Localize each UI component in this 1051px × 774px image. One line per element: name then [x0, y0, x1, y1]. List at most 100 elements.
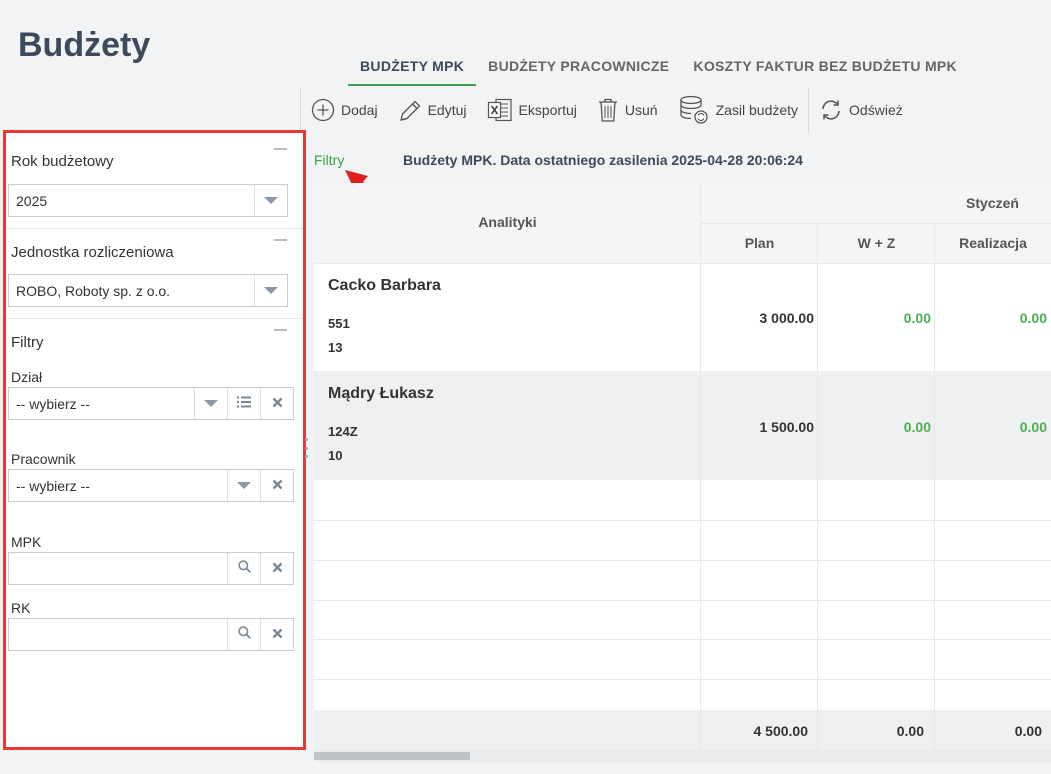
horizontal-scrollbar[interactable]	[314, 750, 1051, 762]
row-divider	[314, 600, 1051, 601]
row-number: 10	[328, 448, 343, 463]
year-dropdown-button[interactable]	[254, 185, 287, 216]
edit-button-label: Edytuj	[427, 102, 467, 118]
budget-grid: Analityki Styczeń Plan W + Z Realizacja …	[314, 183, 1051, 750]
row-divider	[314, 520, 1051, 521]
row-plan-value: 1 500.00	[759, 419, 815, 435]
dept-label: Dział	[11, 369, 43, 385]
column-divider	[817, 223, 818, 750]
unit-select[interactable]: ROBO, Roboty sp. z o.o.	[8, 274, 288, 307]
table-row[interactable]: Mądry Łukasz 124Z 10 1 500.00 0.00 0.00	[314, 371, 1051, 480]
year-select[interactable]: 2025	[8, 184, 288, 217]
row-name: Mądry Łukasz	[328, 385, 434, 402]
row-plan-value: 3 000.00	[759, 310, 815, 326]
tab-budzety-pracownicze[interactable]: BUDŻETY PRACOWNICZE	[476, 56, 681, 86]
dept-dropdown-button[interactable]	[194, 388, 227, 419]
wz-header[interactable]: W + Z	[818, 235, 935, 251]
total-wz-value: 0.00	[896, 723, 924, 739]
edit-button[interactable]: Edytuj	[388, 88, 477, 132]
pencil-icon	[398, 97, 422, 123]
rk-search-button[interactable]	[227, 619, 260, 650]
year-select-value: 2025	[16, 192, 48, 209]
table-row[interactable]: Cacko Barbara 551 13 3 000.00 0.00 0.00	[314, 264, 1051, 371]
section-divider	[6, 318, 303, 319]
row-code: 551	[328, 316, 350, 331]
collapse-filters-section-button[interactable]	[274, 329, 287, 331]
analytics-header[interactable]: Analityki	[314, 214, 701, 230]
close-icon	[272, 395, 283, 413]
search-icon	[237, 625, 251, 644]
excel-icon	[487, 97, 513, 123]
employee-select-value: -- wybierz --	[16, 477, 90, 494]
row-divider	[314, 639, 1051, 640]
export-button[interactable]: Eksportuj	[477, 88, 587, 132]
collapse-year-section-button[interactable]	[274, 148, 287, 150]
sidebar-resize-handle[interactable]	[305, 438, 309, 458]
search-icon	[237, 559, 251, 578]
mpk-search-button[interactable]	[227, 553, 260, 584]
totals-row: 4 500.00 0.00 0.00	[314, 710, 1051, 750]
close-icon	[272, 626, 283, 644]
list-icon	[237, 395, 251, 413]
rk-clear-button[interactable]	[260, 619, 293, 650]
last-feed-info: Budżety MPK. Data ostatniego zasilenia 2…	[403, 152, 803, 168]
chevron-down-icon	[204, 400, 218, 407]
delete-button[interactable]: Usuń	[587, 88, 668, 132]
dept-list-button[interactable]	[227, 388, 260, 419]
filters-section-title: Filtry	[11, 334, 44, 351]
add-button-label: Dodaj	[341, 102, 378, 118]
total-plan-value: 4 500.00	[753, 723, 809, 739]
plan-header[interactable]: Plan	[701, 235, 818, 251]
export-button-label: Eksportuj	[518, 102, 577, 118]
row-code: 124Z	[328, 424, 358, 439]
collapse-unit-section-button[interactable]	[274, 239, 287, 241]
rk-field[interactable]	[8, 618, 294, 651]
employee-label: Pracownik	[11, 451, 76, 467]
rk-label: RK	[11, 600, 31, 616]
filters-sidebar: Rok budżetowy 2025 Jednostka rozliczenio…	[3, 130, 306, 750]
row-divider	[314, 679, 1051, 680]
mpk-field[interactable]	[8, 552, 294, 585]
row-number: 13	[328, 340, 343, 355]
mpk-clear-button[interactable]	[260, 553, 293, 584]
row-realization-value: 0.00	[1019, 419, 1047, 435]
feed-budgets-button[interactable]: Zasil budżety	[668, 88, 808, 132]
realization-header[interactable]: Realizacja	[935, 235, 1051, 251]
tab-budzety-mpk[interactable]: BUDŻETY MPK	[348, 56, 477, 86]
tab-koszty-faktur[interactable]: KOSZTY FAKTUR BEZ BUDŻETU MPK	[681, 56, 969, 86]
unit-select-value: ROBO, Roboty sp. z o.o.	[16, 282, 171, 299]
dept-clear-button[interactable]	[260, 388, 293, 419]
total-realization-value: 0.00	[1014, 723, 1042, 739]
chevron-down-icon	[264, 197, 278, 204]
plus-circle-icon	[311, 98, 335, 122]
row-wz-value: 0.00	[903, 310, 931, 326]
refresh-icon	[819, 98, 843, 122]
toolbar: Dodaj Edytuj Eksportuj Usuń Zasil budżet…	[300, 88, 913, 132]
column-divider	[934, 223, 935, 750]
mpk-label: MPK	[11, 534, 42, 550]
dept-select-value: -- wybierz --	[16, 395, 90, 412]
employee-clear-button[interactable]	[260, 470, 293, 501]
feed-budgets-button-label: Zasil budżety	[715, 102, 799, 118]
trash-icon	[597, 97, 619, 123]
row-wz-value: 0.00	[903, 419, 931, 435]
month-header: Styczeń	[966, 195, 1019, 211]
close-icon	[272, 560, 283, 578]
dept-select[interactable]: -- wybierz --	[8, 387, 294, 420]
delete-button-label: Usuń	[624, 102, 658, 118]
add-button[interactable]: Dodaj	[301, 88, 388, 132]
header-divider	[701, 223, 1051, 224]
tab-bar: BUDŻETY MPK BUDŻETY PRACOWNICZE KOSZTY F…	[348, 56, 969, 86]
section-divider	[6, 228, 303, 229]
scrollbar-thumb[interactable]	[314, 752, 470, 760]
employee-dropdown-button[interactable]	[227, 470, 260, 501]
chevron-down-icon	[264, 287, 278, 294]
close-icon	[272, 477, 283, 495]
refresh-button[interactable]: Odśwież	[809, 88, 913, 132]
employee-select[interactable]: -- wybierz --	[8, 469, 294, 502]
refresh-button-label: Odśwież	[849, 102, 903, 118]
database-refresh-icon	[678, 94, 710, 126]
unit-dropdown-button[interactable]	[254, 275, 287, 306]
chevron-down-icon	[237, 482, 251, 489]
year-section-title: Rok budżetowy	[11, 153, 114, 170]
